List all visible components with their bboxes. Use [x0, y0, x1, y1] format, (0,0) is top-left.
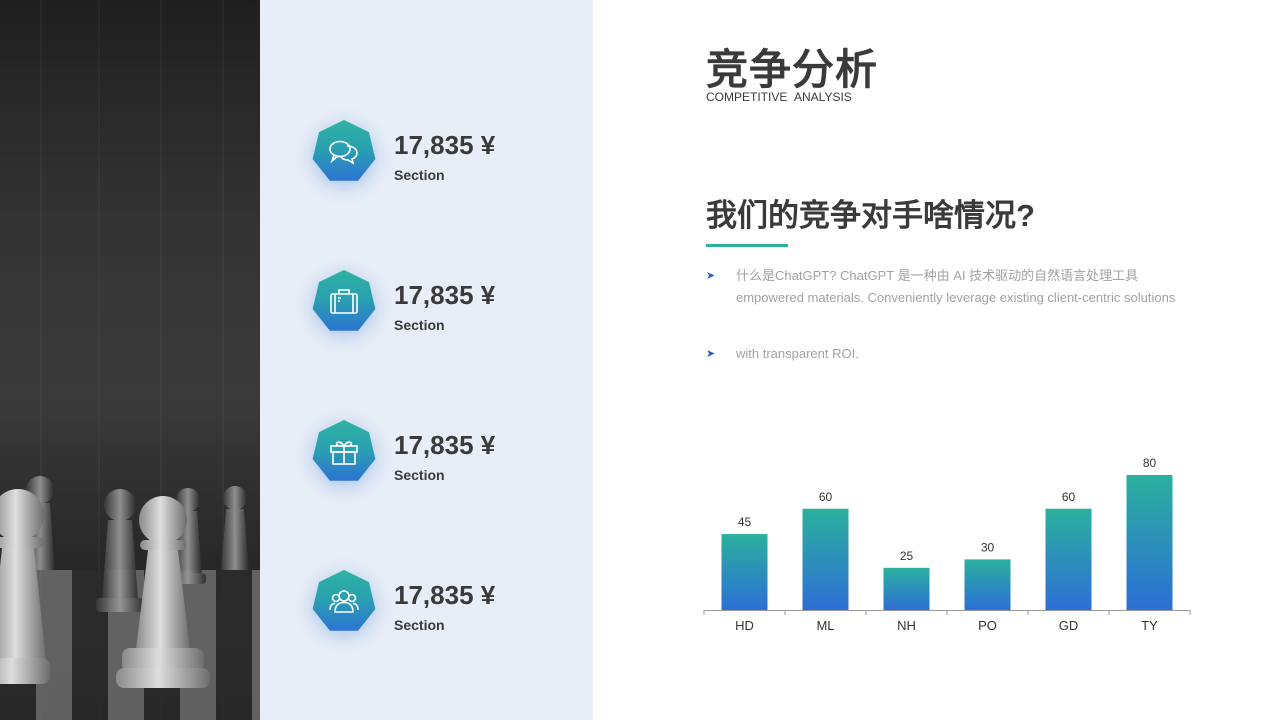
bar-hd [721, 534, 768, 610]
section-heading: 我们的竞争对手啥情况? [706, 198, 1035, 233]
bar-ml [802, 508, 849, 610]
x-tick-label: TY [1141, 618, 1158, 633]
gift-icon [330, 441, 358, 465]
data-label: 60 [819, 490, 833, 504]
data-label: 25 [900, 549, 914, 563]
stat-value: 17,835 ¥ [394, 580, 496, 610]
x-tick-label: HD [735, 618, 754, 633]
chess-photo [0, 0, 260, 720]
x-tick-label: NH [897, 618, 916, 633]
briefcase-icon [330, 289, 358, 314]
data-label: 30 [981, 540, 995, 554]
bullet-item: ➤ 什么是ChatGPT? ChatGPT 是一种由 AI 技术驱动的自然语言处… [706, 265, 1176, 331]
arrow-bullet-icon: ➤ [706, 348, 716, 360]
bullet-item: ➤ with transparent ROI. [706, 343, 1176, 365]
chat-bubbles-icon [329, 140, 358, 165]
bar-ty [1126, 475, 1173, 610]
hexagon-badge [312, 570, 376, 634]
stat-label: Section [394, 317, 445, 333]
bar-chart: 45 HD 60 ML 25 NH 30 PO 60 GD 80 TY [696, 446, 1196, 651]
stat-label: Section [394, 467, 445, 483]
bar-nh [883, 567, 930, 610]
stat-card: 17,835 ¥ Section [312, 570, 582, 634]
bullet-text: with transparent ROI. [736, 346, 859, 361]
stats-panel: 17,835 ¥ Section 17,835 ¥ Section 17,835… [260, 0, 593, 720]
stat-value: 17,835 ¥ [394, 430, 496, 460]
users-icon [329, 590, 359, 613]
bar-chart-svg: 45 HD 60 ML 25 NH 30 PO 60 GD 80 TY [703, 456, 1191, 633]
hexagon-badge [312, 270, 376, 334]
x-tick-label: ML [816, 618, 834, 633]
hexagon-badge [312, 420, 376, 484]
chess-pieces [0, 476, 249, 688]
hexagon-badge [312, 120, 376, 184]
stat-label: Section [394, 617, 445, 633]
heading-underline [706, 244, 788, 247]
stat-value: 17,835 ¥ [394, 130, 496, 160]
data-label: 80 [1143, 456, 1157, 470]
stat-card: 17,835 ¥ Section [312, 420, 582, 484]
data-label: 45 [738, 515, 752, 529]
stat-card: 17,835 ¥ Section [312, 270, 582, 334]
stat-card: 17,835 ¥ Section [312, 120, 582, 184]
bar-po [964, 559, 1011, 610]
page-title: 竞争分析 [706, 46, 879, 93]
page-subtitle: COMPETITIVE ANALYSIS [706, 90, 852, 104]
bar-gd [1045, 508, 1092, 610]
x-tick-label: PO [978, 618, 997, 633]
stat-value: 17,835 ¥ [394, 280, 496, 310]
x-tick-label: GD [1059, 618, 1079, 633]
bullet-text: 什么是ChatGPT? ChatGPT 是一种由 AI 技术驱动的自然语言处理工… [736, 268, 1176, 305]
data-label: 60 [1062, 490, 1076, 504]
stat-label: Section [394, 167, 445, 183]
arrow-bullet-icon: ➤ [706, 270, 716, 282]
